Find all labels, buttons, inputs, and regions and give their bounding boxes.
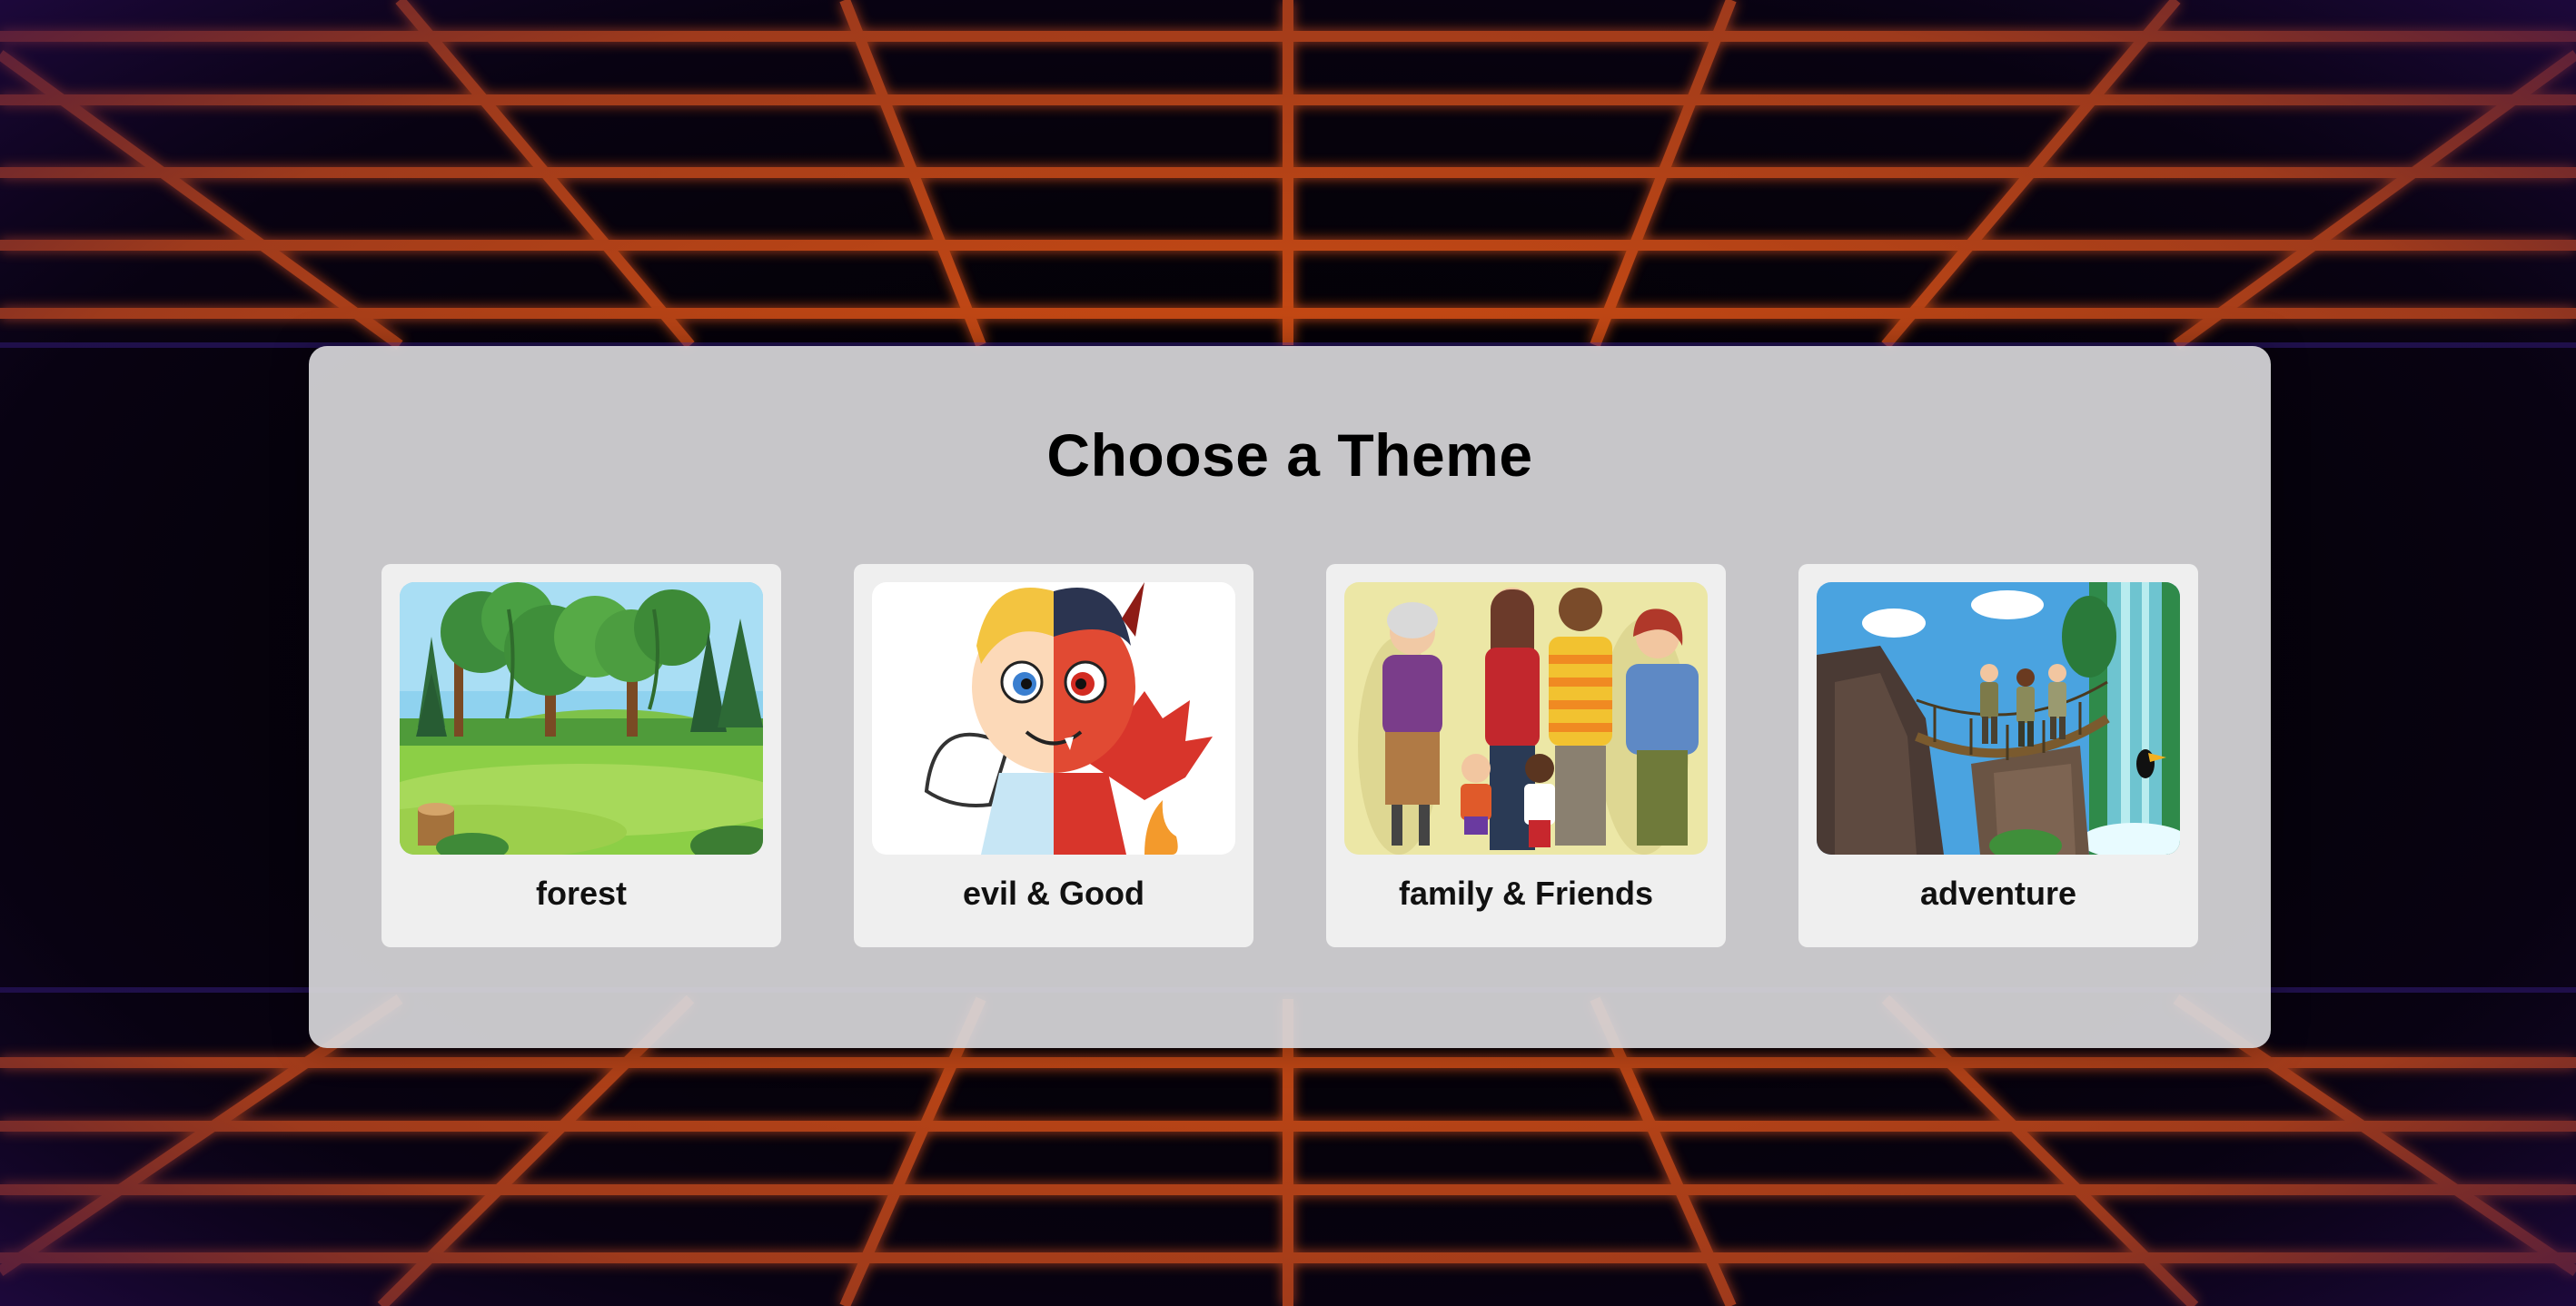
theme-chooser-modal: Choose a Theme forest evil & Good family…	[309, 346, 2271, 1048]
family-illustration	[1344, 582, 1708, 855]
forest-illustration	[400, 582, 763, 855]
jungle-bridge-illustration	[1817, 582, 2180, 855]
theme-card-forest[interactable]: forest	[381, 564, 781, 947]
theme-card-label: adventure	[1919, 875, 2077, 912]
theme-card-family-friends[interactable]: family & Friends	[1326, 564, 1726, 947]
theme-card-list: forest evil & Good family & Friends adve…	[381, 564, 2198, 947]
angel-devil-illustration	[872, 582, 1235, 855]
theme-card-evil-good[interactable]: evil & Good	[854, 564, 1253, 947]
theme-card-adventure[interactable]: adventure	[1798, 564, 2198, 947]
theme-card-label: family & Friends	[1398, 875, 1654, 912]
theme-card-label: evil & Good	[962, 875, 1145, 912]
modal-title: Choose a Theme	[1046, 421, 1533, 489]
theme-card-label: forest	[535, 875, 628, 912]
